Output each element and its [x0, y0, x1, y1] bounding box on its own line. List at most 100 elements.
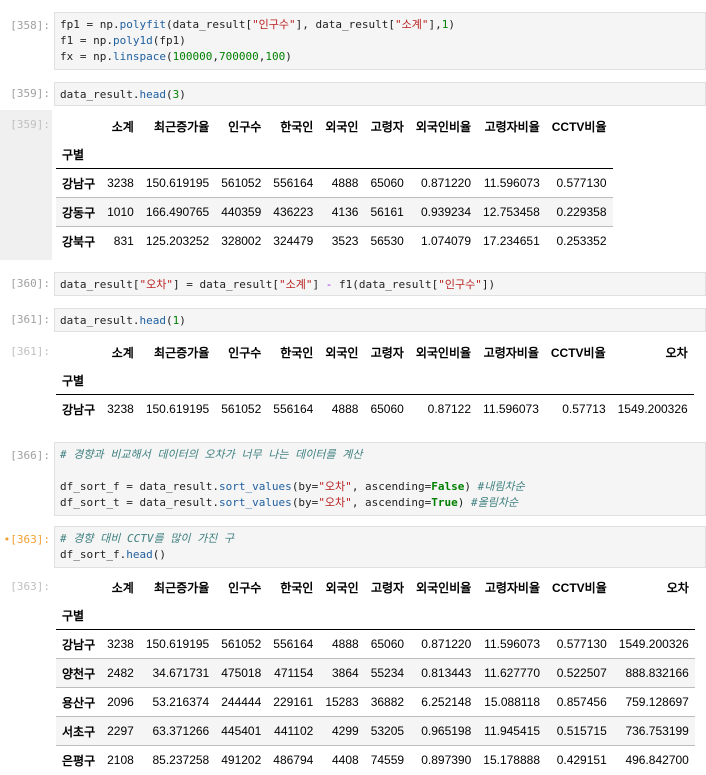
column-header: 외국인: [325, 580, 359, 595]
code-cell-361[interactable]: [361]: data_result.head(1): [0, 308, 706, 332]
column-header: 한국인: [280, 119, 314, 134]
table-row: 강북구 831 125.203252 328002 324479 3523 56530 1.0…: [56, 226, 613, 256]
table-row: 은평구 2108 85.237258 491202 486794 4408 74559 0.8…: [56, 745, 695, 775]
table-cell: 11.596073: [484, 637, 541, 651]
table-cell: 4888: [331, 176, 359, 190]
code-text: data_result["오차"] = data_result["소계"] - …: [60, 278, 496, 291]
table-cell: 0.577130: [556, 176, 607, 190]
column-header: 고령자비율: [483, 345, 539, 360]
index-name: 구별: [62, 608, 85, 623]
table-cell: 3238: [107, 176, 134, 190]
column-header: 소계: [111, 580, 134, 595]
table-cell: 556164: [273, 637, 314, 651]
table-cell: 0.87122: [427, 402, 472, 416]
header-row: 소계 최근증가율 인구수 한국인 외국인 고령자 외국인비율 고령자비율 CCTV비율: [56, 112, 613, 140]
table-cell: 166.490765: [145, 205, 210, 219]
table-cell: 0.897390: [421, 753, 472, 767]
dataframe-output-363: 소계 최근증가율 인구수 한국인 외국인 고령자 외국인비율 고령자비율 CCTV비율 오차 구별 강…: [56, 573, 695, 774]
table-cell: 36882: [370, 695, 405, 709]
empty-header-cell: [410, 601, 477, 630]
table-cell: 0.57713: [562, 402, 606, 416]
code-input[interactable]: # 경향과 비교해서 데이터의 오차가 너무 나는 데이터를 계산 df_sor…: [54, 442, 706, 516]
table-cell: 74559: [370, 753, 405, 767]
table-cell: 471154: [274, 666, 314, 680]
input-prompt: •[363]:: [3, 533, 50, 546]
column-header: 인구수: [228, 345, 262, 360]
table-cell: 1549.200326: [617, 402, 688, 416]
code-cell-360[interactable]: [360]: data_result["오차"] = data_result["…: [0, 272, 706, 296]
code-input[interactable]: data_result["오차"] = data_result["소계"] - …: [54, 272, 706, 296]
table-row: 강동구 1010 166.490765 440359 436223 4136 56161 0.…: [56, 197, 613, 227]
table-cell: 486794: [273, 753, 314, 767]
table-cell: 0.939234: [420, 205, 472, 219]
table-cell: 85.237258: [152, 753, 210, 767]
table-cell: 53205: [370, 724, 405, 738]
table-cell: 15283: [325, 695, 359, 709]
code-cell-363[interactable]: •[363]: # 경향 대비 CCTV를 많이 가진 구 df_sort_f.…: [0, 526, 706, 568]
table-cell: 0.522507: [556, 666, 607, 680]
table-cell: 6.252148: [421, 695, 472, 709]
empty-header-cell: [140, 140, 215, 169]
empty-header-cell: [267, 140, 319, 169]
column-header: CCTV비율: [552, 580, 607, 595]
table-cell: 556164: [273, 176, 314, 190]
table-cell: 34.671731: [152, 666, 210, 680]
table-row: 강남구 3238 150.619195 561052 556164 4888 65060 0.…: [56, 394, 694, 424]
empty-header-cell: [477, 601, 546, 630]
table-cell: 65060: [370, 402, 404, 416]
column-header: 한국인: [280, 345, 314, 360]
empty-header-cell: [319, 366, 364, 395]
table-cell: 0.813443: [421, 666, 472, 680]
empty-header-cell: [101, 366, 140, 395]
empty-header-cell: [546, 601, 613, 630]
table-cell: 2108: [107, 753, 134, 767]
column-header: 고령자비율: [484, 580, 541, 595]
code-cell-366[interactable]: [366]: # 경향과 비교해서 데이터의 오차가 너무 나는 데이터를 계산…: [0, 442, 706, 516]
index-name: 구별: [62, 373, 85, 388]
table-cell: 736.753199: [625, 724, 689, 738]
code-input[interactable]: # 경향 대비 CCTV를 많이 가진 구 df_sort_f.head(): [54, 526, 706, 568]
code-input[interactable]: data_result.head(1): [54, 308, 706, 332]
code-input[interactable]: data_result.head(3): [54, 82, 706, 106]
table-row: 서초구 2297 63.371266 445401 441102 4299 53205 0.9…: [56, 716, 695, 746]
table-cell: 1010: [107, 205, 134, 219]
table-cell: 0.429151: [556, 753, 607, 767]
output-prompt: [359]:: [10, 118, 50, 131]
table-cell: 4888: [332, 637, 359, 651]
empty-header-cell: [477, 140, 546, 169]
code-input[interactable]: fp1 = np.polyfit(data_result["인구수"], dat…: [54, 12, 706, 70]
table-cell: 56161: [370, 205, 404, 219]
empty-header-cell: [101, 140, 140, 169]
table-cell: 65060: [370, 637, 405, 651]
code-cell-358[interactable]: [358]: fp1 = np.polyfit(data_result["인구수…: [0, 12, 706, 70]
empty-header-cell: [267, 601, 319, 630]
code-cell-359[interactable]: [359]: data_result.head(3): [0, 82, 706, 106]
dataframe-output-361: 소계 최근증가율 인구수 한국인 외국인 고령자 외국인비율 고령자비율 CCTV비율 오차 구별 강…: [56, 338, 694, 423]
row-index: 강북구: [62, 234, 96, 249]
code-text: data_result.head(3): [60, 88, 186, 101]
empty-header-cell: [319, 140, 364, 169]
table-cell: 150.619195: [145, 637, 210, 651]
input-prompt: [358]:: [10, 19, 50, 32]
table-cell: 12.753458: [483, 205, 540, 219]
column-header: CCTV비율: [551, 119, 607, 134]
table-cell: 0.965198: [421, 724, 472, 738]
table-cell: 0.515715: [556, 724, 607, 738]
empty-header-cell: [545, 366, 612, 395]
row-index: 용산구: [62, 695, 96, 710]
table-cell: 491202: [221, 753, 262, 767]
column-header: 인구수: [228, 580, 262, 595]
empty-header-cell: [101, 601, 140, 630]
empty-header-cell: [410, 140, 477, 169]
column-header: 최근증가율: [154, 345, 210, 360]
table-cell: 150.619195: [145, 402, 210, 416]
table-cell: 556164: [273, 402, 314, 416]
empty-header-cell: [215, 140, 267, 169]
index-name-row: 구별: [56, 366, 694, 395]
table-row: 양천구 2482 34.671731 475018 471154 3864 55234 0.8…: [56, 658, 695, 688]
table-cell: 888.832166: [625, 666, 689, 680]
output-prompt: [363]:: [10, 580, 50, 593]
table-cell: 759.128697: [625, 695, 689, 709]
empty-header-cell: [612, 366, 694, 395]
empty-header-cell: [364, 366, 409, 395]
